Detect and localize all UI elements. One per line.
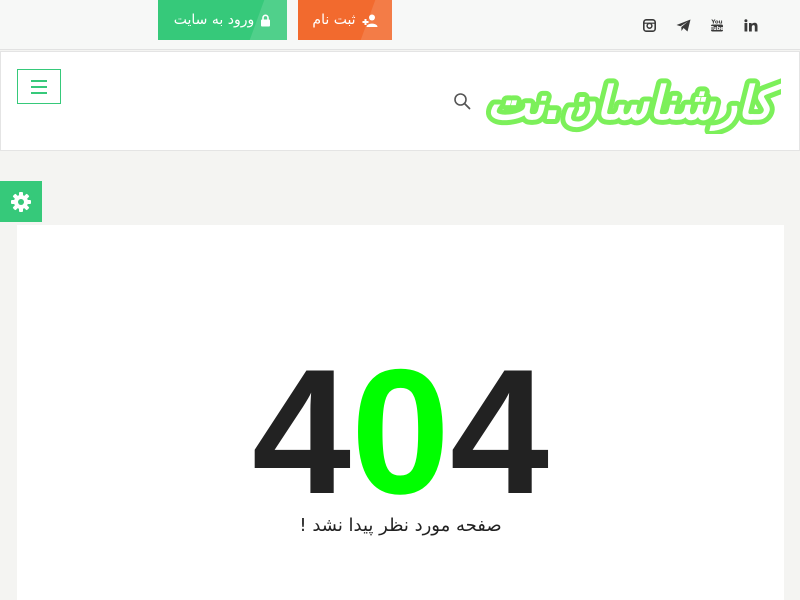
settings-button[interactable] xyxy=(0,181,42,222)
error-code: 404 xyxy=(17,343,784,521)
lock-icon xyxy=(261,14,271,26)
error-code-first-digit: 4 xyxy=(252,332,351,531)
error-code-middle-digit: 0 xyxy=(351,332,450,531)
hamburger-menu-button[interactable] xyxy=(17,69,61,104)
login-label: ورود به سایت xyxy=(173,12,255,28)
search-icon[interactable] xyxy=(453,92,471,110)
youtube-icon[interactable]: You Tube xyxy=(700,14,734,36)
instagram-icon[interactable] xyxy=(632,14,666,36)
svg-text:کارشناسان.نت: کارشناسان.نت xyxy=(487,76,781,131)
register-label: ثبت نام xyxy=(312,12,356,28)
linkedin-icon[interactable] xyxy=(734,14,768,36)
add-user-icon xyxy=(362,14,378,27)
svg-text:Tube: Tube xyxy=(710,26,724,32)
error-panel: 404 صفحه مورد نظر پیدا نشد ! xyxy=(17,225,784,600)
telegram-icon[interactable] xyxy=(666,14,700,36)
gear-icon xyxy=(11,191,31,212)
top-bar: ورود به سایت ثبت نام You Tube xyxy=(0,0,800,50)
register-button[interactable]: ثبت نام xyxy=(298,0,392,40)
error-message: صفحه مورد نظر پیدا نشد ! xyxy=(299,515,502,536)
site-logo[interactable]: کارشناسان.نت کارشناسان.نت xyxy=(479,74,781,134)
login-button[interactable]: ورود به سایت xyxy=(158,0,287,40)
social-links: You Tube xyxy=(632,14,768,36)
site-header: کارشناسان.نت کارشناسان.نت xyxy=(0,51,800,151)
error-code-last-digit: 4 xyxy=(450,332,549,531)
